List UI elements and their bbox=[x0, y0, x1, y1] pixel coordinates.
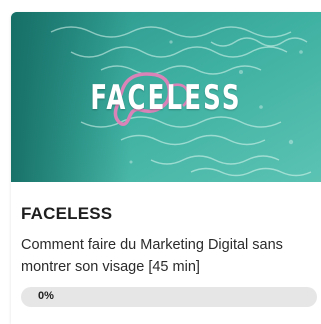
progress-label: 0% bbox=[38, 290, 54, 302]
thumbnail-title: FACELESS bbox=[90, 78, 242, 118]
course-body: FACELESS Comment faire du Marketing Digi… bbox=[11, 204, 321, 278]
course-thumbnail[interactable]: FACELESS bbox=[11, 12, 321, 182]
course-title[interactable]: FACELESS bbox=[21, 204, 311, 224]
progress-bar: 0% bbox=[21, 287, 317, 307]
course-description: Comment faire du Marketing Digital sans … bbox=[21, 237, 283, 275]
course-card[interactable]: FACELESS FACELESS Comment faire du Marke… bbox=[11, 12, 321, 324]
